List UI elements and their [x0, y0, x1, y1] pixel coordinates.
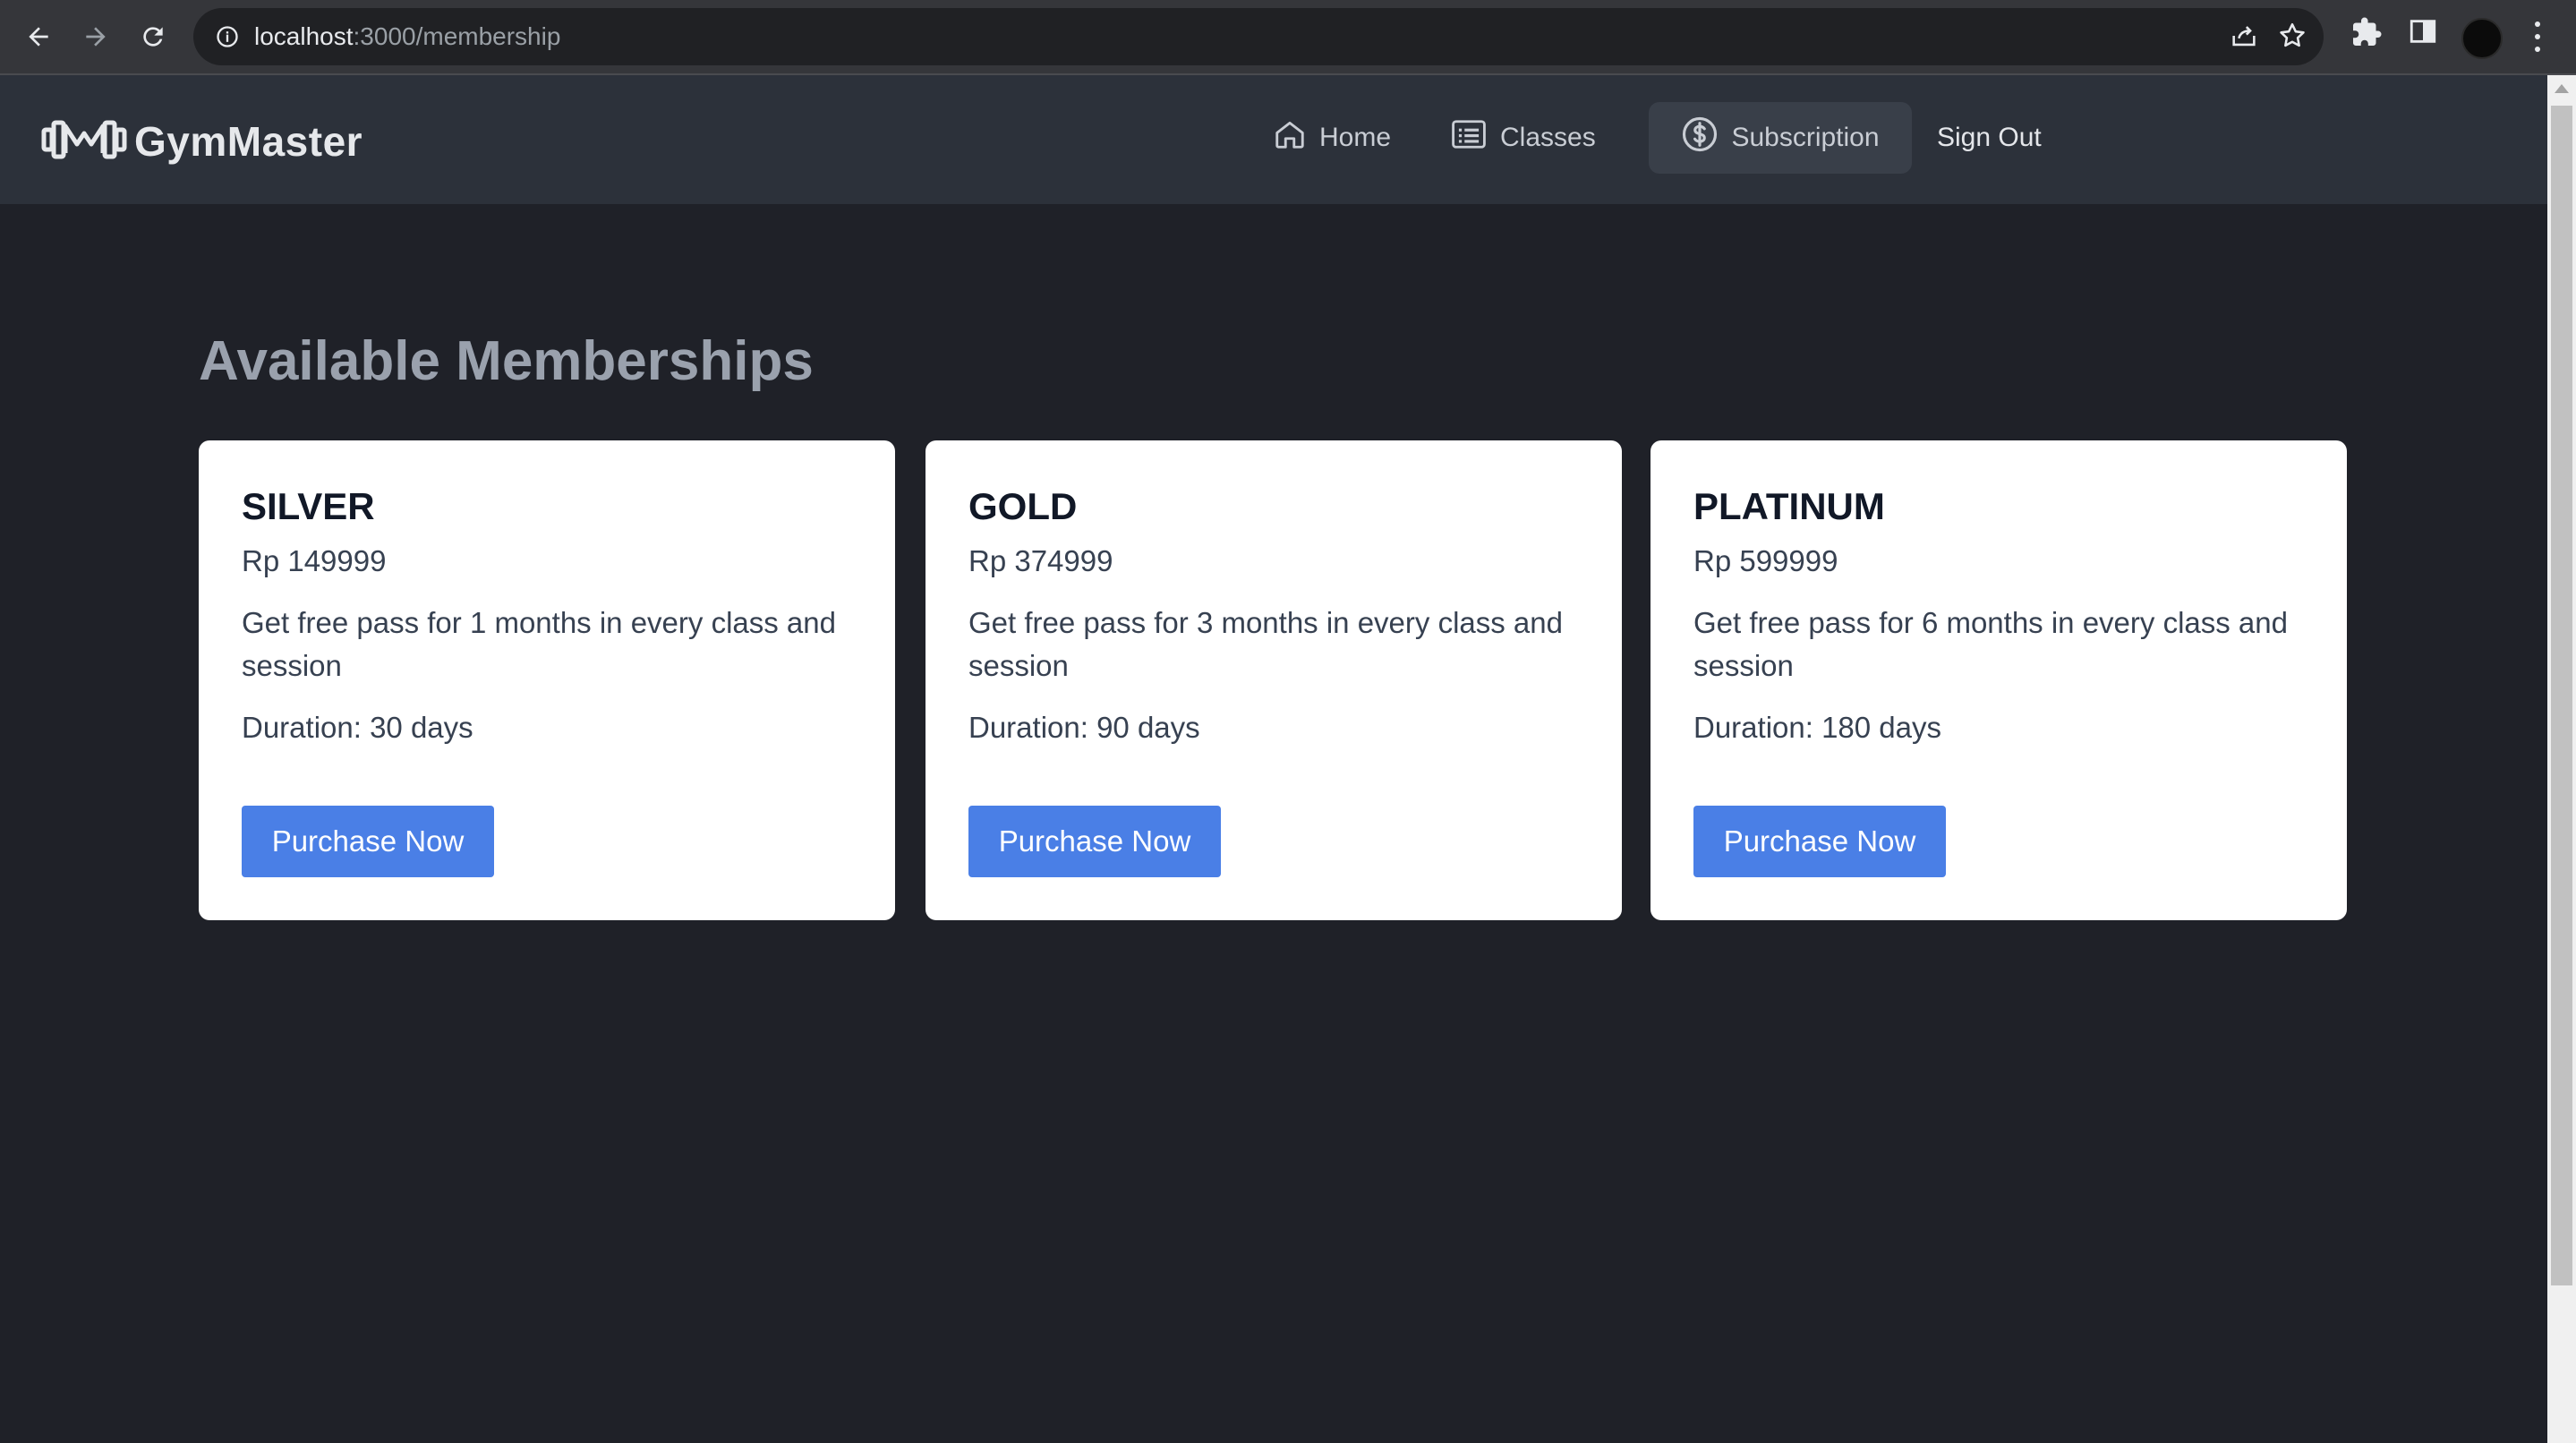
plan-description: Get free pass for 3 months in every clas… — [968, 606, 1563, 682]
page-scrollbar[interactable] — [2547, 75, 2576, 1443]
plan-price: Rp 149999 — [242, 544, 387, 577]
plan-duration: Duration: 90 days — [968, 711, 1200, 744]
purchase-now-button[interactable]: Purchase Now — [1693, 806, 1946, 877]
share-icon[interactable] — [2229, 21, 2259, 56]
home-icon — [1273, 117, 1307, 158]
purchase-now-button[interactable]: Purchase Now — [242, 806, 494, 877]
nav-classes-label: Classes — [1500, 123, 1596, 152]
plan-price: Rp 599999 — [1693, 544, 1838, 577]
purchase-now-button[interactable]: Purchase Now — [968, 806, 1221, 877]
reload-icon[interactable] — [131, 14, 175, 59]
app-navbar: GymMaster Home Classes Subscription Sign… — [0, 75, 2547, 204]
dollar-icon — [1681, 115, 1719, 160]
plan-description: Get free pass for 6 months in every clas… — [1693, 606, 2288, 682]
star-icon[interactable] — [2277, 21, 2307, 56]
membership-card-gold: GOLD Rp 374999 Get free pass for 3 month… — [925, 440, 1622, 920]
info-icon[interactable] — [211, 21, 243, 53]
url-text: localhost:3000/membership — [254, 8, 560, 65]
plan-description: Get free pass for 1 months in every clas… — [242, 606, 836, 682]
nav-classes[interactable]: Classes — [1450, 102, 1596, 174]
address-bar[interactable]: localhost:3000/membership — [193, 8, 2324, 65]
extensions-icon[interactable] — [2350, 16, 2383, 53]
page-title: Available Memberships — [199, 330, 814, 392]
nav-subscription-label: Subscription — [1731, 123, 1880, 152]
plan-name: SILVER — [242, 485, 375, 527]
plan-name: PLATINUM — [1693, 485, 1885, 527]
scroll-up-icon[interactable] — [2555, 84, 2569, 93]
plan-duration: Duration: 30 days — [242, 711, 473, 744]
url-host: localhost — [254, 22, 354, 50]
nav-home-label: Home — [1319, 123, 1392, 152]
browser-toolbar: localhost:3000/membership — [0, 0, 2576, 75]
side-panel-icon[interactable] — [2408, 16, 2438, 51]
back-icon[interactable] — [16, 14, 61, 59]
forward-icon[interactable] — [73, 14, 118, 59]
list-icon — [1450, 117, 1488, 158]
scroll-thumb[interactable] — [2551, 106, 2572, 1285]
nav-sign-out[interactable]: Sign Out — [1937, 102, 2042, 174]
brand[interactable]: GymMaster — [41, 115, 363, 168]
brand-name: GymMaster — [134, 118, 363, 165]
membership-card-silver: SILVER Rp 149999 Get free pass for 1 mon… — [199, 440, 895, 920]
nav-home[interactable]: Home — [1273, 102, 1391, 174]
menu-icon[interactable] — [2524, 18, 2551, 56]
url-path: :3000/membership — [353, 22, 561, 50]
profile-avatar[interactable] — [2461, 18, 2503, 59]
membership-card-platinum: PLATINUM Rp 599999 Get free pass for 6 m… — [1651, 440, 2347, 920]
nav-sign-out-label: Sign Out — [1937, 123, 2042, 152]
nav-subscription[interactable]: Subscription — [1649, 102, 1912, 174]
plan-duration: Duration: 180 days — [1693, 711, 1942, 744]
plan-price: Rp 374999 — [968, 544, 1113, 577]
plan-name: GOLD — [968, 485, 1078, 527]
dumbbell-logo-icon — [41, 117, 127, 166]
